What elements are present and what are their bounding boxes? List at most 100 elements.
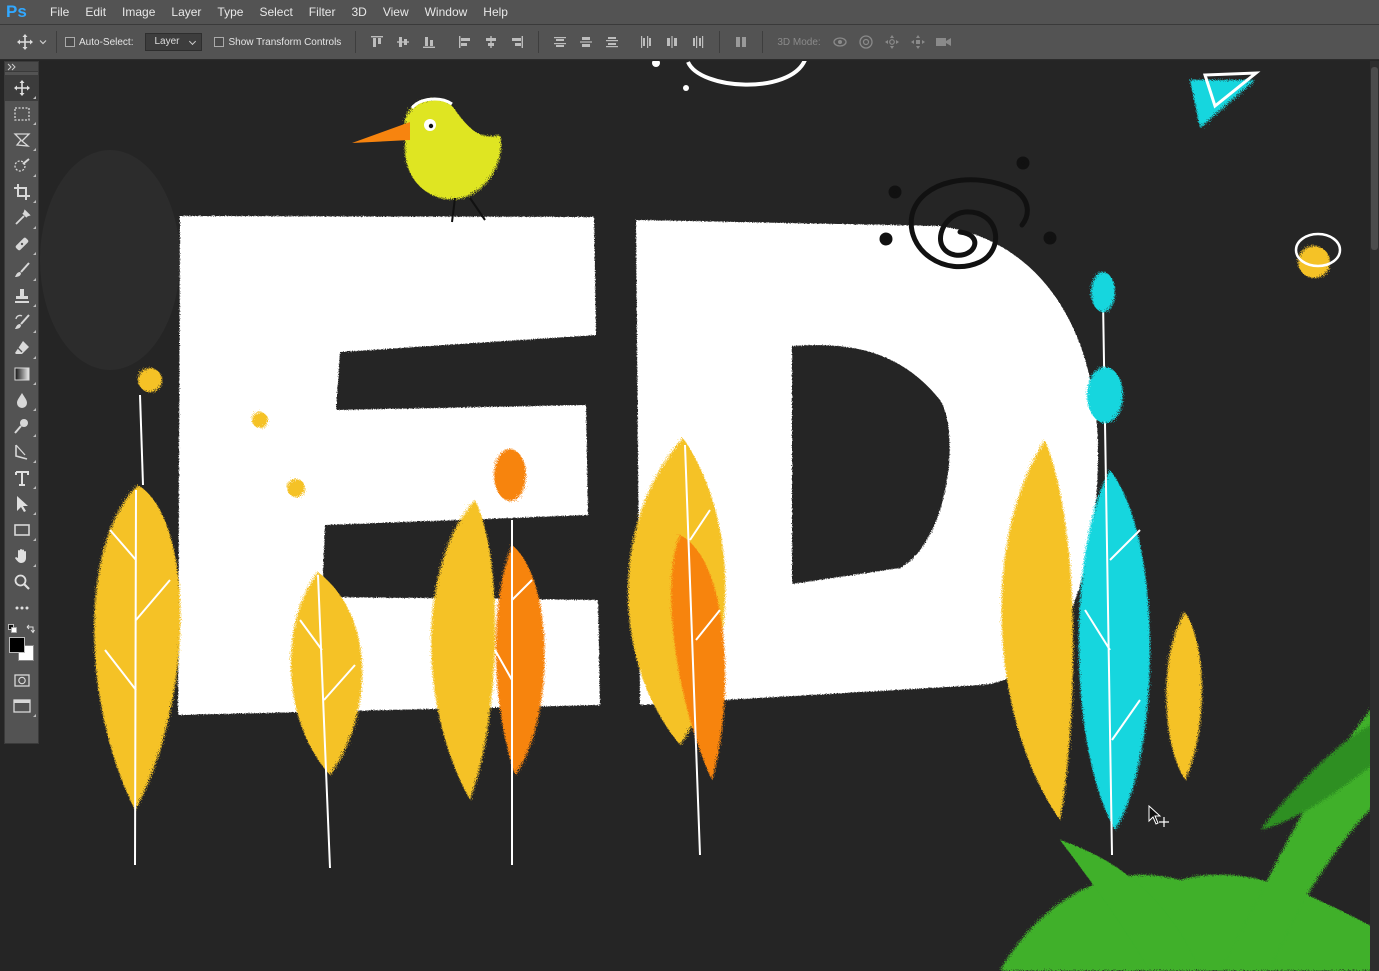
photoshop-window: Ps File Edit Image Layer Type Select Fil… (0, 0, 1379, 971)
menu-window[interactable]: Window (417, 0, 476, 25)
3d-roll-icon (859, 35, 873, 49)
3d-orbit-button[interactable] (827, 31, 853, 53)
foreground-color-swatch[interactable] (9, 637, 25, 653)
menu-filter[interactable]: Filter (301, 0, 344, 25)
move-tool-icon (13, 80, 30, 96)
path-select-tool-icon (16, 496, 28, 512)
align-bottom-edges-button[interactable] (416, 31, 442, 53)
crop-tool[interactable] (5, 179, 38, 205)
move-tool-preset-button[interactable] (16, 33, 48, 51)
swap-colors-icon[interactable] (25, 624, 35, 634)
blur-tool[interactable] (5, 387, 38, 413)
rectangle-tool[interactable] (5, 517, 38, 543)
distribute-bottom-edges-button[interactable] (599, 31, 625, 53)
document-canvas[interactable] (40, 61, 1370, 971)
options-divider (719, 31, 721, 53)
artwork (40, 61, 1370, 971)
3d-roll-button[interactable] (853, 31, 879, 53)
3d-drag-icon (884, 35, 899, 49)
auto-align-layers-button[interactable] (728, 31, 754, 53)
vertical-scrollbar[interactable] (1370, 61, 1379, 971)
lasso-tool[interactable] (5, 127, 38, 153)
more-tools-button[interactable] (5, 595, 38, 621)
eraser-tool[interactable] (5, 335, 38, 361)
distribute-horizontal-centers-button[interactable] (659, 31, 685, 53)
3d-slide-icon (910, 35, 925, 49)
dodge-tool[interactable] (5, 413, 38, 439)
3d-slide-button[interactable] (905, 31, 931, 53)
menu-edit[interactable]: Edit (77, 0, 114, 25)
more-tools-icon (15, 606, 28, 610)
3d-mode-label: 3D Mode: (777, 36, 821, 48)
clone-stamp-tool[interactable] (5, 283, 38, 309)
path-selection-tool[interactable] (5, 491, 38, 517)
show-transform-controls-label: Show Transform Controls (228, 36, 342, 48)
yellow-leaf-3 (431, 500, 496, 800)
white-dot (652, 61, 660, 67)
scrollbar-thumb[interactable] (1371, 67, 1378, 250)
gradient-tool-icon (14, 367, 29, 381)
show-transform-controls-checkbox[interactable] (214, 37, 225, 47)
options-divider (355, 31, 357, 53)
align-vertical-centers-button[interactable] (390, 31, 416, 53)
healing-brush-tool[interactable] (5, 231, 38, 257)
align-left-edges-button[interactable] (452, 31, 478, 53)
healing-brush-tool-icon (15, 237, 28, 251)
quick-mask-button[interactable] (5, 667, 38, 693)
double-chevron-icon (7, 63, 16, 71)
distribute-vertical-centers-button[interactable] (573, 31, 599, 53)
tools-panel-grip[interactable] (5, 62, 38, 72)
distribute-right-edges-button[interactable] (685, 31, 711, 53)
move-tool[interactable] (5, 75, 38, 101)
menu-layer[interactable]: Layer (163, 0, 209, 25)
auto-select-checkbox[interactable] (65, 37, 75, 47)
history-brush-tool[interactable] (5, 309, 38, 335)
align-right-icon (512, 36, 524, 48)
menu-image[interactable]: Image (114, 0, 163, 25)
marquee-tool[interactable] (5, 101, 38, 127)
default-colors-icon[interactable] (8, 624, 18, 634)
auto-align-icon (736, 37, 747, 47)
brush-tool[interactable] (5, 257, 38, 283)
pen-tool-icon (14, 444, 27, 460)
quick-mask-icon (13, 674, 30, 687)
align-left-icon (459, 36, 471, 48)
zoom-tool[interactable] (5, 569, 38, 595)
3d-scale-button[interactable] (931, 31, 957, 53)
quick-select-tool[interactable] (5, 153, 38, 179)
lasso-tool-icon (12, 133, 31, 147)
align-top-edges-button[interactable] (364, 31, 390, 53)
distribute-top-edges-button[interactable] (547, 31, 573, 53)
menu-help[interactable]: Help (475, 0, 516, 25)
distribute-left-edges-button[interactable] (633, 31, 659, 53)
screen-mode-button[interactable] (5, 693, 38, 719)
menu-type[interactable]: Type (209, 0, 251, 25)
pen-tool[interactable] (5, 439, 38, 465)
move-cursor-icon (1148, 805, 1169, 827)
tools-panel (4, 61, 39, 744)
gradient-tool[interactable] (5, 361, 38, 387)
move-icon (17, 34, 33, 50)
distribute-left-icon (641, 36, 652, 48)
3d-drag-button[interactable] (879, 31, 905, 53)
menu-file[interactable]: File (42, 0, 77, 25)
align-horizontal-centers-button[interactable] (478, 31, 504, 53)
auto-select-target-dropdown[interactable]: Layer (145, 33, 203, 51)
menu-3d[interactable]: 3D (343, 0, 374, 25)
menu-select[interactable]: Select (251, 0, 300, 25)
options-divider (56, 31, 57, 53)
hand-tool[interactable] (5, 543, 38, 569)
options-divider (762, 31, 764, 53)
eyedropper-tool[interactable] (5, 205, 38, 231)
eyedropper-tool-icon (14, 209, 31, 225)
cyan-leaf (1078, 272, 1150, 856)
cyan-triangle (1190, 80, 1255, 128)
yellow-leaf-small (1166, 612, 1202, 780)
menu-view[interactable]: View (375, 0, 417, 25)
align-right-edges-button[interactable] (504, 31, 530, 53)
type-tool[interactable] (5, 465, 38, 491)
background-smudge (40, 150, 180, 370)
quick-select-tool-icon (13, 158, 30, 172)
blur-tool-icon (16, 393, 27, 408)
menu-bar: Ps File Edit Image Layer Type Select Fil… (0, 0, 1379, 25)
